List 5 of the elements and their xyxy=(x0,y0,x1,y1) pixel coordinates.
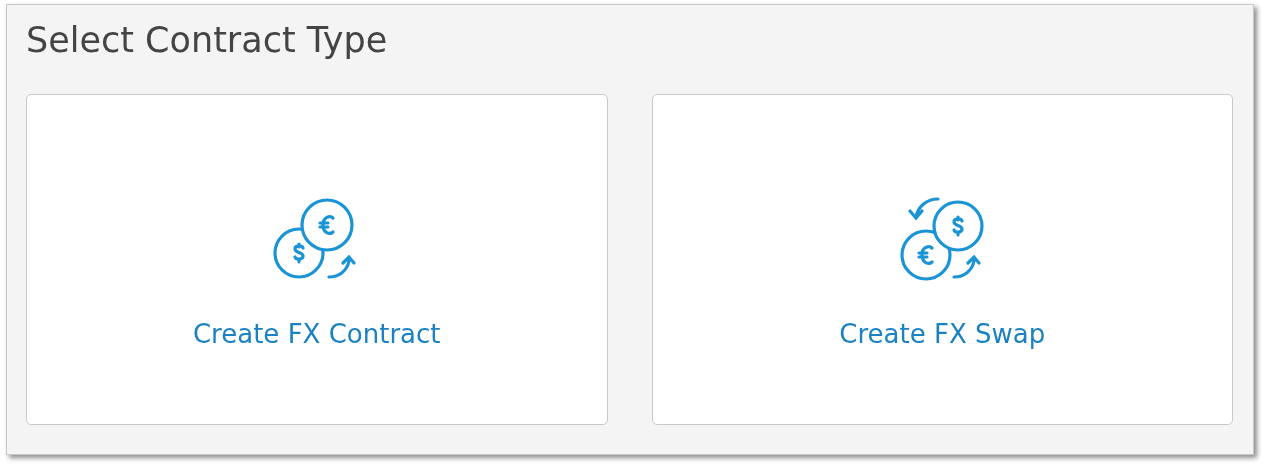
panel-title: Select Contract Type xyxy=(26,23,389,58)
option-label[interactable]: Create FX Swap xyxy=(839,319,1046,351)
option-card[interactable]: Create FX Swap xyxy=(651,94,1233,425)
option-card[interactable]: Create FX Contract xyxy=(26,94,608,425)
option-label[interactable]: Create FX Contract xyxy=(192,319,441,351)
